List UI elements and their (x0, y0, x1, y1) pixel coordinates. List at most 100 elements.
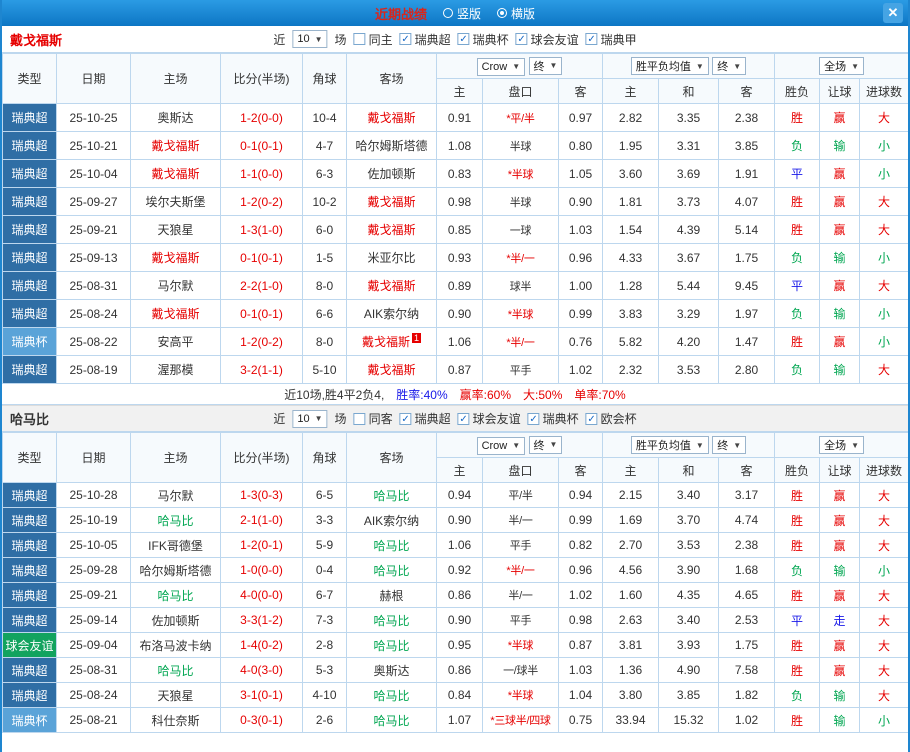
match-row: 瑞典超 25-09-13 戴戈福斯 0-1(0-1) 1-5 米亚尔比 0.93 *半/一 0.… (2, 243, 908, 272)
filter-checkbox-same-home[interactable]: 同主 (353, 31, 393, 48)
recent-count-select[interactable]: 10 ▼ (292, 409, 328, 428)
result-cell: 平 (774, 159, 821, 188)
odds-stage-select[interactable]: 终 ▼ (528, 56, 563, 75)
handicap-cell: 平手 (482, 532, 559, 558)
odds-stage-select[interactable]: 终 ▼ (528, 435, 563, 454)
result-cell: 胜 (774, 632, 821, 658)
asian-home-odds-cell: 0.83 (436, 159, 483, 188)
euro-away-odds-cell: 4.74 (717, 507, 776, 533)
league-type-cell: 瑞典超 (2, 482, 57, 508)
corner-cell: 3-3 (302, 507, 347, 533)
asian-odds-select-group: Crow ▼ 终 ▼ (436, 432, 603, 458)
chevron-down-icon: ▼ (512, 441, 521, 450)
euro-draw-odds-cell: 3.53 (658, 355, 719, 384)
handicap-cell: *半球 (482, 682, 559, 708)
date-cell: 25-08-24 (56, 299, 131, 328)
home-team-cell: 安高平 (130, 327, 221, 356)
goals-result-cell: 小 (859, 159, 908, 188)
euro-home-odds-cell: 3.60 (602, 159, 659, 188)
handicap-result-cell: 输 (819, 243, 861, 272)
scope-select[interactable]: 全场 ▼ (819, 436, 864, 454)
euro-draw-odds-cell: 3.40 (658, 607, 719, 633)
scope-select[interactable]: 全场 ▼ (819, 57, 864, 75)
score-cell: 1-0(0-0) (220, 557, 303, 583)
col-header-type: 类型 (2, 53, 57, 104)
asian-away-odds-cell: 0.87 (558, 632, 603, 658)
asian-home-odds-cell: 0.84 (436, 682, 483, 708)
goals-result-cell: 小 (859, 557, 908, 583)
filter-checkbox-div2[interactable]: ✓ 瑞典甲 (585, 31, 637, 48)
euro-away-odds-cell: 1.82 (717, 682, 776, 708)
col-header-asian-home: 主 (436, 78, 483, 104)
handicap-cell: *半/一 (482, 327, 559, 356)
handicap-result-cell: 赢 (819, 582, 861, 608)
asian-home-odds-cell: 0.95 (436, 632, 483, 658)
filter-checkbox-league[interactable]: ✓ 瑞典超 (399, 31, 451, 48)
league-type-cell: 瑞典超 (2, 215, 57, 244)
layout-radio-vertical[interactable]: 竖版 (442, 5, 481, 22)
euro-away-odds-cell: 4.65 (717, 582, 776, 608)
filter-checkbox-same-away[interactable]: 同客 (353, 410, 393, 427)
radio-label: 横版 (511, 6, 536, 21)
asian-away-odds-cell: 0.99 (558, 507, 603, 533)
asian-away-odds-cell: 0.82 (558, 532, 603, 558)
handicap-cell: 半/一 (482, 507, 559, 533)
euro-home-odds-cell: 1.95 (602, 131, 659, 160)
filter-checkbox-cup[interactable]: ✓ 瑞典杯 (527, 410, 579, 427)
euro-stage-select[interactable]: 终 ▼ (712, 436, 747, 454)
asian-home-odds-cell: 0.93 (436, 243, 483, 272)
filter-checkbox-friendly[interactable]: ✓ 球会友谊 (515, 31, 579, 48)
euro-odds-select-group: 胜平负均值 ▼ 终 ▼ (601, 432, 776, 458)
filter-checkbox-league[interactable]: ✓ 瑞典超 (399, 410, 451, 427)
goals-result-cell: 小 (859, 299, 908, 328)
match-row: 瑞典超 25-10-25 奥斯达 1-2(0-0) 10-4 戴戈福斯 0.91 *平/半 0.… (2, 103, 908, 132)
handicap-result-cell: 走 (819, 607, 861, 633)
euro-away-odds-cell: 1.68 (717, 557, 776, 583)
close-icon[interactable]: ✕ (883, 3, 903, 23)
asian-away-odds-cell: 1.05 (558, 159, 603, 188)
corner-cell: 4-10 (302, 682, 347, 708)
handicap-cell: *半/一 (482, 243, 559, 272)
euro-away-odds-cell: 1.02 (717, 707, 776, 733)
euro-away-odds-cell: 2.53 (717, 607, 776, 633)
asian-home-odds-cell: 0.89 (436, 271, 483, 300)
score-cell: 0-3(0-1) (220, 707, 303, 733)
home-team-cell: 奥斯达 (130, 103, 221, 132)
home-team-cell: 戴戈福斯 (130, 159, 221, 188)
col-header-type: 类型 (2, 432, 57, 483)
euro-stage-select[interactable]: 终 ▼ (712, 57, 747, 75)
bookmaker-select[interactable]: Crow ▼ (476, 57, 526, 76)
goals-result-cell: 大 (859, 507, 908, 533)
col-header-corner: 角球 (302, 432, 347, 483)
asian-away-odds-cell: 1.03 (558, 657, 603, 683)
league-type-cell: 瑞典超 (2, 682, 57, 708)
col-header-euro-away: 客 (717, 457, 776, 483)
euro-odds-type-select[interactable]: 胜平负均值 ▼ (630, 57, 709, 75)
summary-rate: 大:50% (523, 387, 563, 402)
filter-checkbox-friendly[interactable]: ✓ 球会友谊 (457, 410, 521, 427)
corner-cell: 6-0 (302, 215, 347, 244)
filter-checkbox-cup[interactable]: ✓ 瑞典杯 (457, 31, 509, 48)
away-team-cell: 哈马比 (346, 557, 437, 583)
euro-home-odds-cell: 2.70 (602, 532, 659, 558)
handicap-result-cell: 输 (819, 355, 861, 384)
layout-radio-horizontal[interactable]: 横版 (497, 5, 535, 22)
asian-home-odds-cell: 0.90 (436, 507, 483, 533)
goals-result-cell: 大 (859, 355, 908, 384)
euro-away-odds-cell: 5.14 (717, 215, 776, 244)
euro-odds-type-select[interactable]: 胜平负均值 ▼ (630, 436, 709, 454)
score-cell: 0-1(0-1) (220, 299, 303, 328)
euro-home-odds-cell: 4.56 (602, 557, 659, 583)
checkbox-label: 欧会杯 (600, 412, 637, 426)
checkbox-label: 瑞典超 (414, 32, 451, 47)
score-cell: 0-1(0-1) (220, 243, 303, 272)
recent-count-select[interactable]: 10 ▼ (292, 30, 328, 48)
home-team-cell: 哈马比 (130, 507, 221, 533)
result-cell: 胜 (774, 657, 821, 683)
bookmaker-select[interactable]: Crow ▼ (476, 436, 526, 455)
handicap-result-cell: 输 (819, 299, 861, 328)
filter-checkbox-conference[interactable]: ✓ 欧会杯 (585, 410, 637, 427)
date-cell: 25-10-19 (56, 507, 131, 533)
red-card-badge: 1 (412, 333, 422, 343)
score-cell: 4-0(3-0) (220, 657, 303, 683)
